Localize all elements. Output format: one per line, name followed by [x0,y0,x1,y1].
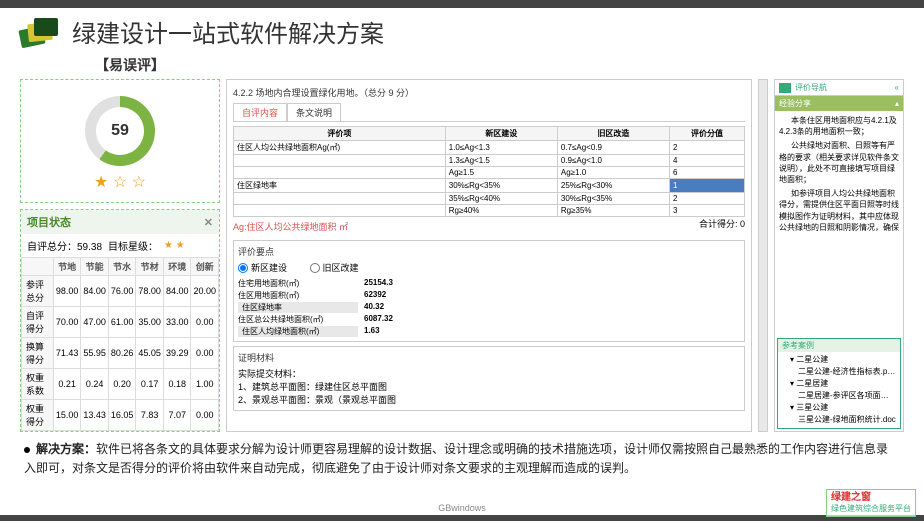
exp-body: 本条住区用地面积应与4.2.1及4.2.3条的用地面积一致；公共绿地对面积、日照… [775,111,903,336]
status-panel: 项目状态✕ 自评总分：59.38目标星级：★ ★ 节地节能节水节材环境创新 参评… [20,209,220,432]
value-grid: 住宅用地面积(㎡)25154.3 住区用地面积(㎡)62392 住区绿地率40.… [238,278,740,337]
ref-tree: ▾ 二星公建 二星公建-经济性指标表.png ▾ 二星居建 二星居建-参评区各项… [778,352,900,428]
footer: GBwindows [0,501,924,523]
stamp: 绿建之窗绿色建筑综合服务平台 [826,489,916,517]
nav-header[interactable]: 评价导航« [775,80,903,96]
table-row: Ag≥1.5Ag≥1.06 [234,167,745,179]
table-row: 权重得分15.0013.4316.057.837.070.00 [22,400,219,431]
tree-file[interactable]: 二星居建-参评区各项面积指标 [782,390,896,402]
table-row: 住区绿地率30%≤Rg<35%25%≤Rg<30%1 [234,179,745,193]
tree-item[interactable]: ▾ 二星居建 [782,378,896,390]
table-row: 1.3≤Ag<1.50.9≤Ag<1.04 [234,155,745,167]
description: 解决方案：软件已将各条文的具体要求分解为设计师更容易理解的设计数据、设计理念或明… [24,440,900,478]
radio-old[interactable]: 旧区改建 [310,261,359,274]
tree-file[interactable]: 二星公建-经济性指标表.png [782,366,896,378]
right-panel: 评价导航« 经验分享▴ 本条住区用地面积应与4.2.1及4.2.3条的用地面积一… [774,79,904,432]
tree-item[interactable]: ▾ 二星公建 [782,354,896,366]
radio-new[interactable]: 新区建设 [238,261,287,274]
bullet-icon [24,447,30,453]
exp-header[interactable]: 经验分享▴ [775,96,903,111]
tree-file[interactable]: 三星公建-绿地面积统计.doc [782,414,896,426]
top-bar [0,0,924,8]
ref-header[interactable]: 参考案例 [778,339,900,352]
table-row: 参评总分98.0084.0076.0078.0084.0020.00 [22,276,219,307]
page-title: 绿建设计一站式软件解决方案 [72,14,384,49]
score-stars: ★ ☆ ☆ [31,172,209,192]
main-panel: 4.2.2 场地内合理设置绿化用地。（总分 9 分） 自评内容 条文说明 评价项… [226,79,752,432]
up-icon: ▴ [895,99,899,108]
table-row: 35%≤Rg<40%30%≤Rg<35%2 [234,193,745,205]
table-row: 换算得分71.4355.9580.2645.0539.290.00 [22,338,219,369]
score-panel: 59 ★ ☆ ☆ [20,79,220,203]
subtitle: 【易误评】 [95,55,924,75]
table-footer: Ag:住区人均公共绿地面积 ㎡ 合计得分: 0 [233,217,745,236]
score-value: 59 [96,107,144,155]
nav-icon [779,83,791,93]
status-table: 节地节能节水节材环境创新 参评总分98.0084.0076.0078.0084.… [21,257,219,431]
content-area: 59 ★ ☆ ☆ 项目状态✕ 自评总分：59.38目标星级：★ ★ 节地节能节水… [20,79,904,432]
status-summary: 自评总分：59.38目标星级：★ ★ [21,234,219,257]
scrollbar[interactable] [758,79,768,432]
header: 绿建设计一站式软件解决方案 [0,8,924,55]
eval-points: 评价要点 新区建设 旧区改建 住宅用地面积(㎡)25154.3 住区用地面积(㎡… [233,240,745,342]
tabbar: 自评内容 条文说明 [233,103,745,122]
tab-self-eval[interactable]: 自评内容 [233,103,287,121]
ref-panel: 参考案例 ▾ 二星公建 二星公建-经济性指标表.png ▾ 二星居建 二星居建-… [777,338,901,429]
close-icon[interactable]: ✕ [204,216,213,229]
table-row: 自评得分70.0047.0061.0035.0033.000.00 [22,307,219,338]
table-row: Rg≥40%Rg≥35%3 [234,205,745,217]
tab-notes[interactable]: 条文说明 [287,103,341,121]
clause-title: 4.2.2 场地内合理设置绿化用地。（总分 9 分） [233,86,745,99]
left-col: 59 ★ ☆ ☆ 项目状态✕ 自评总分：59.38目标星级：★ ★ 节地节能节水… [20,79,220,432]
slide: 绿建设计一站式软件解决方案 【易误评】 59 ★ ☆ ☆ 项目状态✕ 自评总分：… [0,0,924,523]
status-header: 项目状态✕ [21,210,219,234]
books-icon [20,18,60,46]
table-row: 住区人均公共绿地面积Ag(㎡)1.0≤Ag<1.30.7≤Ag<0.92 [234,141,745,155]
footer-brand: GBwindows [0,501,924,515]
evidence: 证明材料 实际提交材料： 1、建筑总平面图：绿建住区总平面图 2、景观总平面图：… [233,346,745,411]
table-row: 权重系数0.210.240.200.170.181.00 [22,369,219,400]
score-ring-icon: 59 [85,96,155,166]
tree-item[interactable]: ▾ 三星公建 [782,402,896,414]
criteria-table: 评价项新区建设旧区改造评价分值 住区人均公共绿地面积Ag(㎡)1.0≤Ag<1.… [233,126,745,217]
